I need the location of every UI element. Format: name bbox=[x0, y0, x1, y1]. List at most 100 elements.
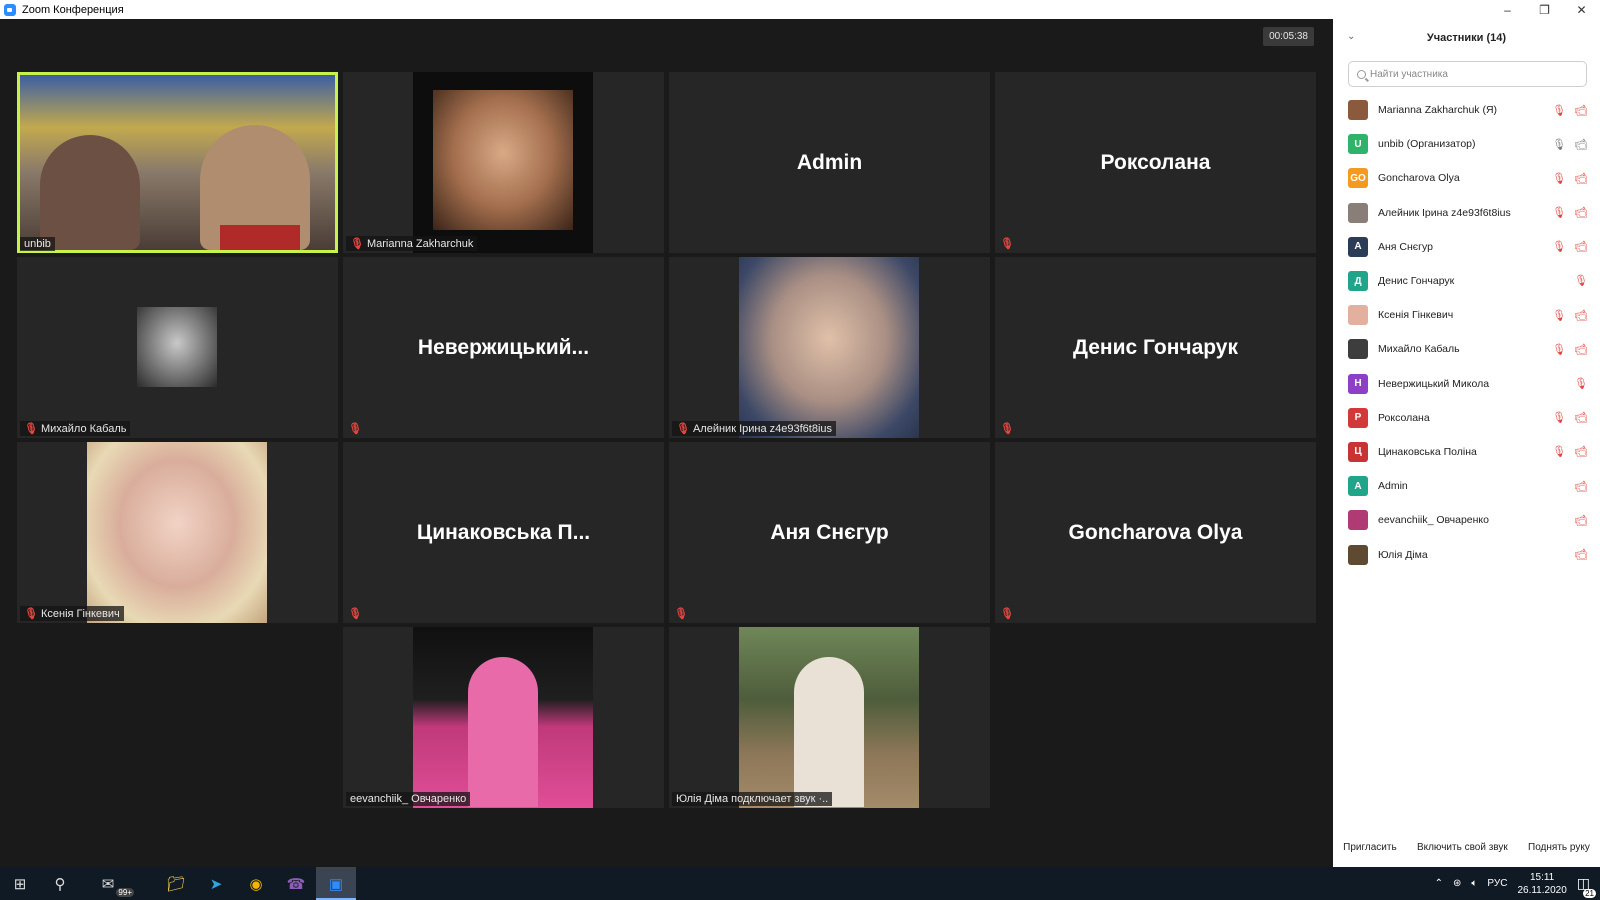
restore-button[interactable]: ❐ bbox=[1526, 0, 1563, 19]
video-tile-marianna[interactable]: 🎙︎ Marianna Zakharchuk bbox=[343, 72, 664, 253]
camera-off-icon[interactable]: 📹︎ bbox=[1574, 240, 1588, 253]
camera-icon[interactable]: 📹︎ bbox=[1574, 138, 1588, 151]
zoom-taskbar-icon[interactable]: ▣ bbox=[316, 867, 356, 900]
participant-search-input[interactable] bbox=[1370, 68, 1570, 80]
tile-name-label: unbib bbox=[20, 237, 55, 251]
participant-row[interactable]: Д Денис Гончарук 🎙︎ bbox=[1333, 264, 1600, 298]
avatar bbox=[1348, 305, 1368, 326]
camera-off-icon[interactable]: 📹︎ bbox=[1574, 343, 1588, 356]
participant-row[interactable]: A Admin 📹︎ bbox=[1333, 469, 1600, 503]
video-tile-aleinyk[interactable]: 🎙︎ Алейник Ірина z4e93f6t8ius bbox=[669, 257, 990, 438]
mic-muted-icon[interactable]: 🎙︎ bbox=[1574, 377, 1588, 390]
mail-icon[interactable]: ✉ 99+ bbox=[80, 867, 136, 900]
participants-panel: ⌄ Участники (14) Marianna Zakharchuk (Я)… bbox=[1333, 19, 1600, 867]
notification-icon[interactable]: ◫ 21 bbox=[1577, 875, 1596, 898]
camera-off-icon[interactable]: 📹︎ bbox=[1574, 309, 1588, 322]
mic-muted-icon[interactable]: 🎙︎ bbox=[1552, 172, 1566, 185]
tile-name-label: eevanchiik_ Овчаренко bbox=[346, 792, 471, 806]
mic-muted-icon[interactable]: 🎙︎ bbox=[1552, 445, 1566, 458]
participant-row[interactable]: Ксенія Гінкевич 🎙︎ 📹︎ bbox=[1333, 298, 1600, 332]
camera-off-icon[interactable]: 📹︎ bbox=[1574, 514, 1588, 527]
tile-name-label: 🎙︎ Алейник Ірина z4e93f6t8ius bbox=[672, 421, 837, 436]
chevron-down-icon[interactable]: ⌄ bbox=[1347, 31, 1355, 42]
chrome-icon[interactable]: ◉ bbox=[236, 867, 276, 900]
camera-off-icon[interactable]: 📹︎ bbox=[1574, 104, 1588, 117]
camera-off-icon[interactable]: 📹︎ bbox=[1574, 172, 1588, 185]
participant-row[interactable]: GO Goncharova Olya 🎙︎ 📹︎ bbox=[1333, 161, 1600, 195]
search-icon[interactable]: ⚲ bbox=[40, 867, 80, 900]
mic-muted-icon: 🎙︎ bbox=[348, 423, 362, 435]
mic-muted-icon[interactable]: 🎙︎ bbox=[1552, 309, 1566, 322]
file-explorer-icon[interactable]: 📁︎ bbox=[156, 867, 196, 900]
participant-name: Михайло Кабаль bbox=[1378, 343, 1460, 356]
participant-row[interactable]: Алейник Ірина z4e93f6t8ius 🎙︎ 📹︎ bbox=[1333, 196, 1600, 230]
search-icon bbox=[1357, 69, 1366, 79]
camera-off-icon[interactable]: 📹︎ bbox=[1574, 411, 1588, 424]
windows-start-icon[interactable]: ⊞ bbox=[0, 867, 40, 900]
video-tile-mykhailo[interactable]: 🎙︎ Михайло Кабаль bbox=[17, 257, 338, 438]
mic-muted-icon[interactable]: 🎙︎ bbox=[1574, 274, 1588, 287]
clock[interactable]: 15:11 26.11.2020 bbox=[1517, 871, 1566, 897]
camera-off-icon[interactable]: 📹︎ bbox=[1574, 445, 1588, 458]
participant-row[interactable]: Юлія Діма 📹︎ bbox=[1333, 537, 1600, 571]
participant-search[interactable] bbox=[1348, 61, 1587, 87]
participant-row[interactable]: Р Роксолана 🎙︎ 📹︎ bbox=[1333, 401, 1600, 435]
raise-hand-button[interactable]: Поднять руку bbox=[1524, 839, 1594, 856]
viber-icon[interactable]: ☎ bbox=[276, 867, 316, 900]
participant-name: Admin bbox=[1378, 480, 1408, 493]
video-tile-goncharova[interactable]: Goncharova Olya 🎙︎ bbox=[995, 442, 1316, 623]
participant-name: Алейник Ірина z4e93f6t8ius bbox=[1378, 206, 1511, 219]
video-tile-kseniia[interactable]: 🎙︎ Ксенія Гінкевич bbox=[17, 442, 338, 623]
participant-status-icons: 🎙︎ 📹︎ bbox=[1552, 435, 1588, 469]
minimize-button[interactable]: – bbox=[1489, 0, 1526, 19]
clock-time: 15:11 bbox=[1529, 871, 1555, 883]
video-tile-eevanchiik[interactable]: eevanchiik_ Овчаренко bbox=[343, 627, 664, 808]
participant-row[interactable]: Михайло Кабаль 🎙︎ 📹︎ bbox=[1333, 332, 1600, 366]
mic-muted-icon: 🎙︎ bbox=[24, 608, 38, 620]
tile-name-label: 🎙︎ Ксенія Гінкевич bbox=[20, 606, 124, 621]
mic-muted-icon: 🎙︎ bbox=[348, 608, 362, 620]
mic-muted-icon: 🎙︎ bbox=[674, 608, 688, 620]
mic-muted-icon[interactable]: 🎙︎ bbox=[1552, 411, 1566, 424]
participant-row[interactable]: Н Невержицький Микола 🎙︎ bbox=[1333, 367, 1600, 401]
network-icon[interactable]: ⊛ bbox=[1453, 878, 1461, 889]
participant-name: Юлія Діма bbox=[1378, 548, 1428, 561]
tile-display-name: Денис Гончарук bbox=[1073, 335, 1238, 359]
video-tile-roksolana[interactable]: Роксолана 🎙︎ bbox=[995, 72, 1316, 253]
window-controls: – ❐ ✕ bbox=[1489, 0, 1600, 19]
mic-icon[interactable]: 🎙︎ bbox=[1552, 138, 1566, 151]
avatar bbox=[1348, 100, 1368, 121]
chevron-up-icon[interactable]: ⌃ bbox=[1435, 878, 1443, 889]
avatar: Ц bbox=[1348, 441, 1368, 462]
video-tile-unbib[interactable]: unbib bbox=[17, 72, 338, 253]
video-tile-anya[interactable]: Аня Снєгур 🎙︎ bbox=[669, 442, 990, 623]
participant-row[interactable]: Uunbib (Организатор) 🎙︎ 📹︎ bbox=[1333, 127, 1600, 161]
mic-muted-icon[interactable]: 🎙︎ bbox=[1552, 343, 1566, 356]
participant-photo-kseniia bbox=[87, 442, 267, 623]
video-tile-denys[interactable]: Денис Гончарук 🎙︎ bbox=[995, 257, 1316, 438]
participant-row[interactable]: А Аня Снєгур 🎙︎ 📹︎ bbox=[1333, 230, 1600, 264]
participant-row[interactable]: eevanchiik_ Овчаренко 📹︎ bbox=[1333, 503, 1600, 537]
mic-muted-icon: 🎙︎ bbox=[350, 238, 364, 250]
camera-off-icon[interactable]: 📹︎ bbox=[1574, 548, 1588, 561]
video-tile-admin[interactable]: Admin bbox=[669, 72, 990, 253]
tile-display-name: Роксолана bbox=[1100, 150, 1211, 174]
telegram-icon[interactable]: ➤ bbox=[196, 867, 236, 900]
avatar bbox=[1348, 202, 1368, 223]
volume-icon[interactable]: 🔈︎ bbox=[1471, 878, 1477, 889]
invite-button[interactable]: Пригласить bbox=[1339, 839, 1401, 856]
mic-muted-icon[interactable]: 🎙︎ bbox=[1552, 240, 1566, 253]
video-tile-tsynakovska[interactable]: Цинаковська П... 🎙︎ bbox=[343, 442, 664, 623]
mic-muted-icon[interactable]: 🎙︎ bbox=[1552, 104, 1566, 117]
camera-off-icon[interactable]: 📹︎ bbox=[1574, 480, 1588, 493]
video-tile-neverzhytskyi[interactable]: Невержицький... 🎙︎ bbox=[343, 257, 664, 438]
participant-row[interactable]: Ц Цинаковська Поліна 🎙︎ 📹︎ bbox=[1333, 435, 1600, 469]
language-indicator[interactable]: РУС bbox=[1487, 878, 1507, 889]
video-tile-yuliia[interactable]: Юлія Діма подключает звук ·.. bbox=[669, 627, 990, 808]
avatar: Д bbox=[1348, 271, 1368, 292]
camera-off-icon[interactable]: 📹︎ bbox=[1574, 206, 1588, 219]
close-button[interactable]: ✕ bbox=[1563, 0, 1600, 19]
participant-row[interactable]: Marianna Zakharchuk (Я) 🎙︎ 📹︎ bbox=[1333, 93, 1600, 127]
unmute-button[interactable]: Включить свой звук bbox=[1413, 839, 1512, 856]
mic-muted-icon[interactable]: 🎙︎ bbox=[1552, 206, 1566, 219]
